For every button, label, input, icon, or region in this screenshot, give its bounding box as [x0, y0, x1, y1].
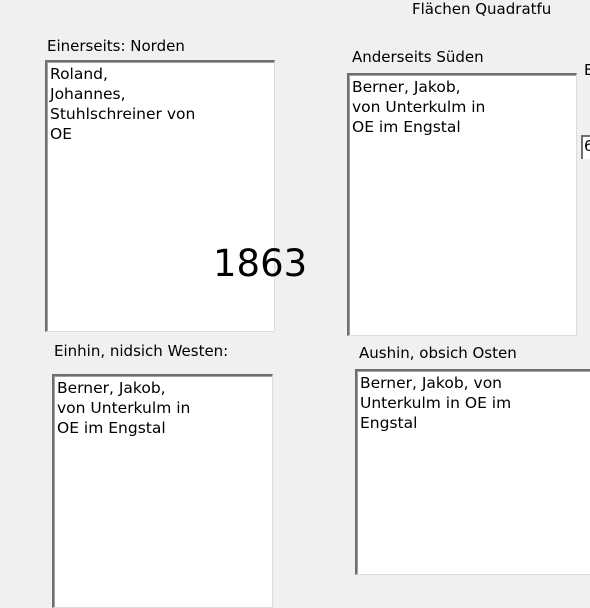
year-text: 1863	[213, 242, 308, 285]
east-label: Aushin, obsich Osten	[359, 344, 517, 362]
west-textbox[interactable]: Berner, Jakob, von Unterkulm in OE im En…	[52, 374, 273, 608]
south-label: Anderseits Süden	[352, 48, 484, 66]
right-edge-label: E	[584, 61, 590, 79]
north-textbox[interactable]: Roland, Johannes, Stuhlschreiner von OE	[45, 60, 275, 332]
area-header-label: Flächen Quadratfu	[412, 0, 552, 18]
right-edge-field[interactable]: 6	[581, 135, 590, 159]
north-label: Einerseits: Norden	[47, 37, 185, 55]
east-textbox[interactable]: Berner, Jakob, von Unterkulm in OE im En…	[355, 369, 590, 575]
south-textbox[interactable]: Berner, Jakob, von Unterkulm in OE im En…	[347, 73, 577, 336]
west-label: Einhin, nidsich Westen:	[54, 342, 229, 360]
